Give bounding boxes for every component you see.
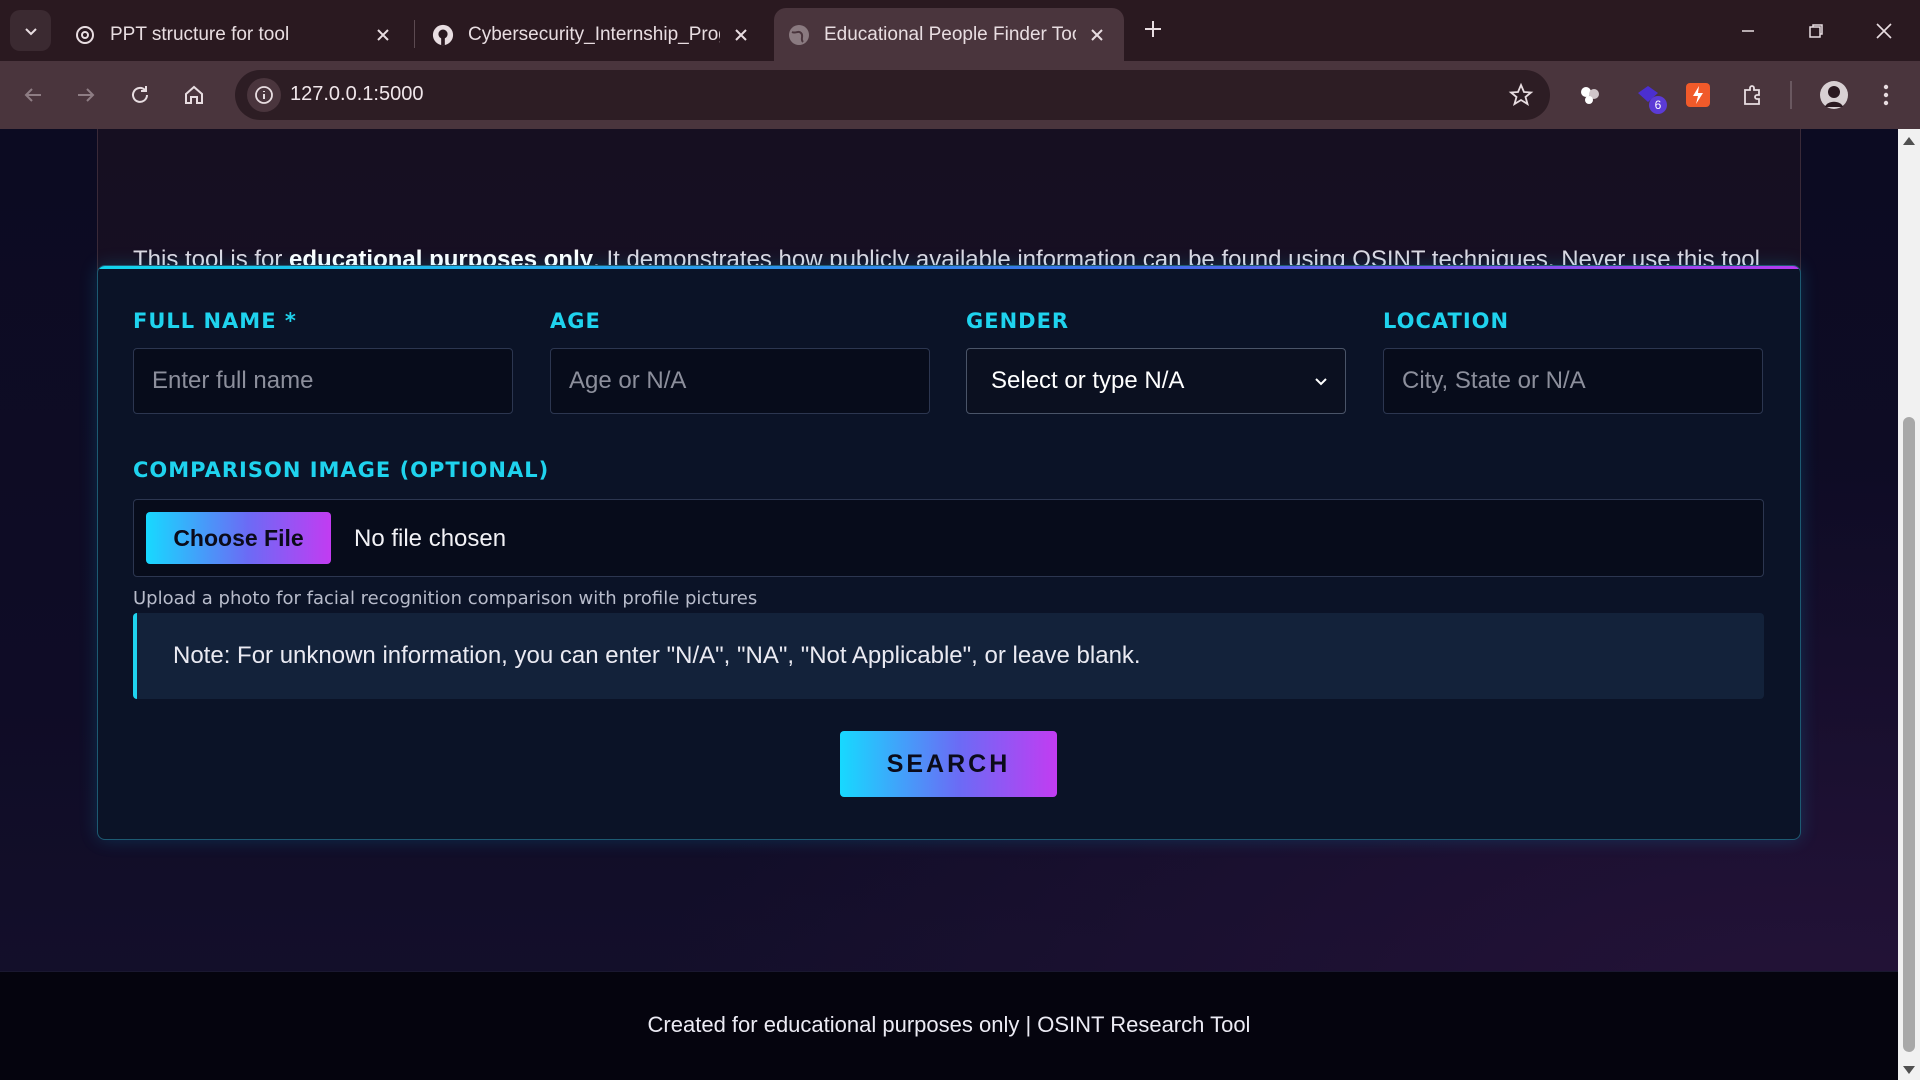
home-button[interactable] — [174, 75, 214, 115]
chevron-down-icon — [1315, 378, 1327, 386]
gender-label: GENDER — [966, 309, 1070, 333]
age-input[interactable] — [550, 348, 930, 414]
close-tab-icon[interactable] — [370, 22, 396, 48]
minimize-button[interactable] — [1714, 0, 1782, 61]
bookmark-star-icon[interactable] — [1508, 82, 1534, 108]
gender-selected-value: Select or type N/A — [991, 367, 1185, 394]
location-label: LOCATION — [1383, 309, 1510, 333]
toolbar-divider — [1790, 81, 1792, 109]
extensions-puzzle-icon[interactable] — [1733, 75, 1773, 115]
site-info-icon[interactable] — [247, 78, 281, 112]
arrow-right-icon — [78, 88, 95, 102]
tab-separator — [414, 20, 415, 48]
globe-icon — [788, 24, 810, 46]
file-status-text: No file chosen — [354, 525, 507, 552]
vertical-scrollbar[interactable] — [1898, 129, 1920, 1080]
url-text: 127.0.0.1:5000 — [290, 83, 424, 105]
profile-avatar[interactable] — [1814, 75, 1854, 115]
new-tab-button[interactable] — [1138, 14, 1168, 44]
scroll-up-arrow-icon[interactable] — [1903, 137, 1915, 145]
reload-button[interactable] — [120, 75, 160, 115]
forward-button[interactable] — [66, 75, 106, 115]
close-tab-icon[interactable] — [728, 22, 754, 48]
chevron-down-icon — [24, 27, 37, 35]
plus-icon — [1145, 21, 1161, 37]
card-accent-line — [98, 266, 1800, 269]
close-window-button[interactable] — [1850, 0, 1918, 61]
restore-button[interactable] — [1782, 0, 1850, 61]
page-footer: Created for educational purposes only | … — [0, 971, 1898, 1080]
home-icon — [185, 85, 203, 104]
restore-icon — [1809, 23, 1823, 38]
tab-search-button[interactable] — [10, 10, 51, 51]
tab-title: Educational People Finder Tool — [824, 23, 1076, 45]
arrow-left-icon — [24, 88, 41, 102]
browser-toolbar: 127.0.0.1:5000 6 — [0, 61, 1920, 129]
extension-clusters-icon[interactable] — [1570, 75, 1610, 115]
scroll-down-arrow-icon[interactable] — [1903, 1066, 1915, 1074]
full-name-label: FULL NAME * — [133, 309, 297, 333]
age-label: AGE — [550, 309, 601, 333]
extension-badge: 6 — [1649, 96, 1667, 114]
file-upload-field[interactable]: Choose File No file chosen — [133, 499, 1764, 577]
search-form-card: FULL NAME * AGE GENDER Select or type N/… — [97, 265, 1801, 840]
openai-icon — [74, 24, 96, 46]
upload-help-text: Upload a photo for facial recognition co… — [133, 588, 758, 609]
tab-ppt-structure[interactable]: PPT structure for tool — [60, 8, 410, 61]
extension-bolt-icon[interactable] — [1678, 75, 1718, 115]
address-bar[interactable]: 127.0.0.1:5000 — [235, 70, 1550, 120]
full-name-input[interactable] — [133, 348, 513, 414]
note-text: Note: For unknown information, you can e… — [173, 642, 1141, 669]
close-tab-icon[interactable] — [1084, 22, 1110, 48]
tab-people-finder[interactable]: Educational People Finder Tool — [774, 8, 1124, 61]
minimize-icon — [1742, 29, 1754, 32]
tab-github-repo[interactable]: Cybersecurity_Internship_Progr — [418, 8, 768, 61]
close-icon — [1876, 22, 1892, 39]
tab-title: Cybersecurity_Internship_Progr — [468, 23, 720, 45]
page-viewport: This tool is for educational purposes on… — [0, 129, 1898, 1080]
github-icon — [432, 24, 454, 46]
choose-file-button[interactable]: Choose File — [146, 512, 331, 564]
scrollbar-thumb[interactable] — [1903, 417, 1915, 1052]
browser-menu-icon[interactable] — [1866, 75, 1906, 115]
gender-select[interactable]: Select or type N/A — [966, 348, 1346, 414]
extension-shield-icon[interactable]: 6 — [1628, 75, 1668, 115]
note-callout: Note: For unknown information, you can e… — [133, 613, 1764, 699]
location-input[interactable] — [1383, 348, 1763, 414]
comparison-image-label: COMPARISON IMAGE (OPTIONAL) — [133, 458, 550, 482]
tab-strip: PPT structure for tool Cybersecurity_Int… — [0, 0, 1920, 61]
back-button[interactable] — [13, 75, 53, 115]
tab-title: PPT structure for tool — [110, 23, 290, 45]
search-button[interactable]: SEARCH — [840, 731, 1057, 797]
footer-text: Created for educational purposes only | … — [647, 1012, 1251, 1037]
reload-icon — [132, 86, 148, 103]
